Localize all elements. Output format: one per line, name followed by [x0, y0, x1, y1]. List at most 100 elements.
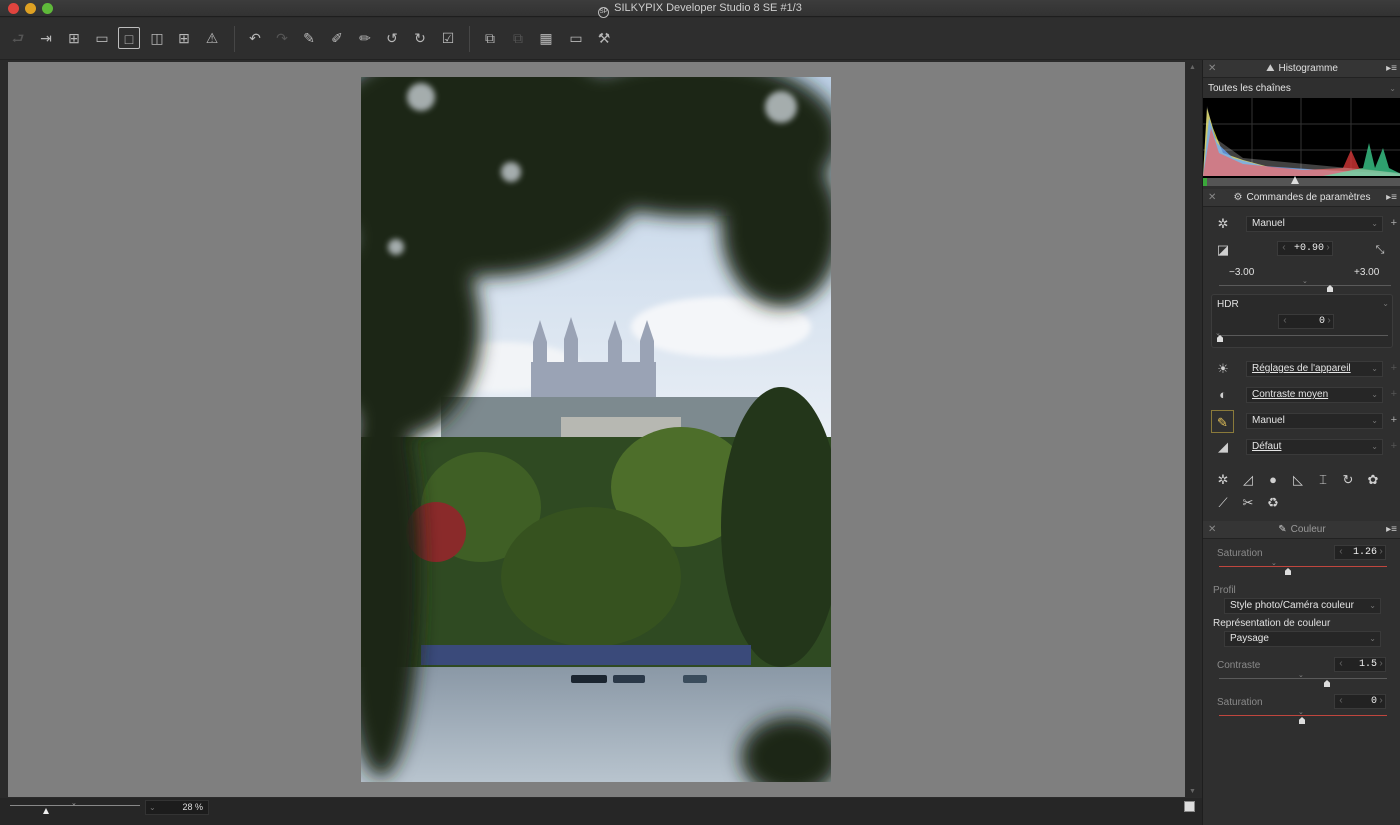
quad-view-icon[interactable]: ⊞ — [173, 27, 195, 49]
increase-icon[interactable]: › — [1325, 242, 1331, 255]
contrast-icon[interactable]: ◐ — [1214, 386, 1232, 404]
minimize-window-button[interactable] — [25, 3, 36, 14]
exposure-slider-knob[interactable] — [1327, 285, 1333, 292]
stamp-icon[interactable]: ▦ — [535, 27, 557, 49]
decrease-icon[interactable]: ‹ — [1338, 695, 1344, 708]
rotate-left-icon[interactable]: ↺ — [381, 27, 403, 49]
batch-icon[interactable]: ⧉ — [507, 27, 529, 49]
scroll-up-icon[interactable]: ▲ — [1189, 64, 1196, 71]
maximize-window-button[interactable] — [42, 3, 53, 14]
decrease-icon[interactable]: ‹ — [1338, 658, 1344, 671]
saturation-field[interactable]: ‹ 1.26 › — [1334, 545, 1386, 560]
single-view-icon[interactable]: □ — [118, 27, 140, 49]
histogram-title: Histogramme — [1278, 63, 1338, 74]
decrease-icon[interactable]: ‹ — [1281, 242, 1287, 255]
collapse-chevron-icon[interactable]: ⌄ — [1382, 299, 1389, 308]
grid-view-icon[interactable]: ⊞ — [63, 27, 85, 49]
warning-icon[interactable]: ⚠ — [201, 27, 223, 49]
histogram-header[interactable]: ✕ ⛰ Histogramme ▸≡ — [1203, 60, 1400, 78]
contrast-select[interactable]: Contraste moyen ⌄ — [1246, 387, 1383, 403]
hdr-field[interactable]: ‹ 0 › — [1278, 314, 1334, 329]
sharpness-select[interactable]: Défaut ⌄ — [1246, 439, 1383, 455]
close-panel-icon[interactable]: ✕ — [1208, 60, 1216, 78]
representation-select[interactable]: Paysage ⌄ — [1224, 631, 1381, 647]
contrast-slider-knob[interactable] — [1324, 680, 1330, 687]
panel-menu-icon[interactable]: ▸≡ — [1386, 189, 1397, 207]
panel-menu-icon[interactable]: ▸≡ — [1386, 60, 1397, 78]
saturation2-slider-knob[interactable] — [1299, 717, 1305, 724]
decrease-icon[interactable]: ‹ — [1338, 546, 1344, 559]
rotate-tool-icon[interactable]: ↻ — [1339, 471, 1357, 489]
saturation-slider-knob[interactable] — [1285, 568, 1291, 575]
forward-icon[interactable]: ⇥ — [35, 27, 57, 49]
paste-params-icon[interactable]: ✎ — [298, 27, 320, 49]
camera-settings-select[interactable]: Réglages de l'appareil ⌄ — [1246, 361, 1383, 377]
tone-curve-icon[interactable]: ◿ — [1239, 471, 1257, 489]
saturation-slider[interactable] — [1219, 566, 1387, 567]
increase-icon[interactable]: › — [1378, 658, 1384, 671]
sharpness-icon[interactable]: ◢ — [1214, 438, 1232, 456]
sharpen-tool-icon[interactable]: ◺ — [1289, 471, 1307, 489]
close-panel-icon[interactable]: ✕ — [1208, 521, 1216, 539]
contrast-field[interactable]: ‹ 1.5 › — [1334, 657, 1386, 672]
brush-tool-icon[interactable]: ⟋ — [1214, 494, 1232, 512]
filmstrip-view-icon[interactable]: ▭ — [91, 27, 113, 49]
saturation2-field[interactable]: ‹ 0 › — [1334, 694, 1386, 709]
edit-params-icon[interactable]: ✏ — [354, 27, 376, 49]
increase-icon[interactable]: › — [1378, 546, 1384, 559]
scroll-down-icon[interactable]: ▼ — [1189, 788, 1196, 795]
panel-menu-icon[interactable]: ▸≡ — [1386, 521, 1397, 539]
redo-icon[interactable]: ↷ — [271, 27, 293, 49]
auto-exposure-icon[interactable]: ⤡ — [1371, 241, 1389, 259]
params-header[interactable]: ✕ ⚙ Commandes de paramètres ▸≡ — [1203, 189, 1400, 207]
histogram-channel-select[interactable]: Toutes les chaînes ⌄ — [1203, 80, 1400, 97]
crop-tool-icon[interactable]: ⌶ — [1314, 471, 1332, 489]
rotate-right-icon[interactable]: ↻ — [409, 27, 431, 49]
add-preset-icon[interactable]: + — [1391, 440, 1397, 452]
tools-icon[interactable]: ⚒ — [593, 27, 615, 49]
exposure-field[interactable]: ‹ +0.90 › — [1277, 241, 1333, 256]
add-preset-icon[interactable]: + — [1391, 362, 1397, 374]
white-balance-value: Manuel — [1252, 218, 1285, 229]
color-header[interactable]: ✕ ✎ Couleur ▸≡ — [1203, 521, 1400, 539]
white-balance-tool-icon[interactable]: ✲ — [1214, 471, 1232, 489]
recycle-tool-icon[interactable]: ♻ — [1264, 494, 1282, 512]
contrast-slider[interactable] — [1219, 678, 1387, 679]
sphere-icon[interactable]: ● — [1264, 471, 1282, 489]
copy-params-icon[interactable]: ✐ — [326, 27, 348, 49]
spot-tool-icon[interactable]: ✂ — [1239, 494, 1257, 512]
exposure-slider[interactable] — [1219, 285, 1391, 286]
undo-icon[interactable]: ↶ — [244, 27, 266, 49]
close-window-button[interactable] — [8, 3, 19, 14]
photo-preview[interactable] — [361, 77, 831, 782]
color-pen-icon[interactable]: ✎ — [1211, 410, 1234, 433]
zoom-dropdown-icon[interactable]: ⌄ — [149, 801, 156, 814]
viewer-scrollbar[interactable]: ▲ ▼ — [1186, 62, 1200, 797]
brightness-icon[interactable]: ☀ — [1214, 360, 1232, 378]
saturation2-slider[interactable] — [1219, 715, 1387, 716]
display-icon[interactable]: ▭ — [565, 27, 587, 49]
white-balance-select[interactable]: Manuel ⌄ — [1246, 216, 1383, 232]
close-panel-icon[interactable]: ✕ — [1208, 189, 1216, 207]
add-preset-icon[interactable]: + — [1391, 388, 1397, 400]
fit-to-window-icon[interactable] — [1184, 801, 1195, 812]
develop-icon[interactable]: ⧉ — [479, 27, 501, 49]
decrease-icon[interactable]: ‹ — [1282, 315, 1288, 328]
back-icon[interactable]: ⮐ — [7, 27, 29, 49]
white-balance-icon[interactable]: ✲ — [1214, 215, 1232, 233]
add-preset-icon[interactable]: + — [1391, 217, 1397, 229]
increase-icon[interactable]: › — [1378, 695, 1384, 708]
mark-icon[interactable]: ☑ — [437, 27, 459, 49]
increase-icon[interactable]: › — [1326, 315, 1332, 328]
hdr-slider[interactable] — [1218, 335, 1388, 336]
profile-select[interactable]: Style photo/Caméra couleur ⌄ — [1224, 598, 1381, 614]
color-mode-select[interactable]: Manuel ⌄ — [1246, 413, 1383, 429]
exposure-icon[interactable]: ◪ — [1214, 241, 1232, 259]
zoom-field[interactable]: ⌄ 28 % — [145, 800, 209, 815]
add-preset-icon[interactable]: + — [1391, 414, 1397, 426]
compare-view-icon[interactable]: ◫ — [146, 27, 168, 49]
zoom-slider-knob[interactable] — [43, 808, 49, 814]
color-mode-value: Manuel — [1252, 415, 1285, 426]
dropdown-chevron-icon: ⌄ — [1369, 634, 1376, 643]
lens-tool-icon[interactable]: ✿ — [1364, 471, 1382, 489]
